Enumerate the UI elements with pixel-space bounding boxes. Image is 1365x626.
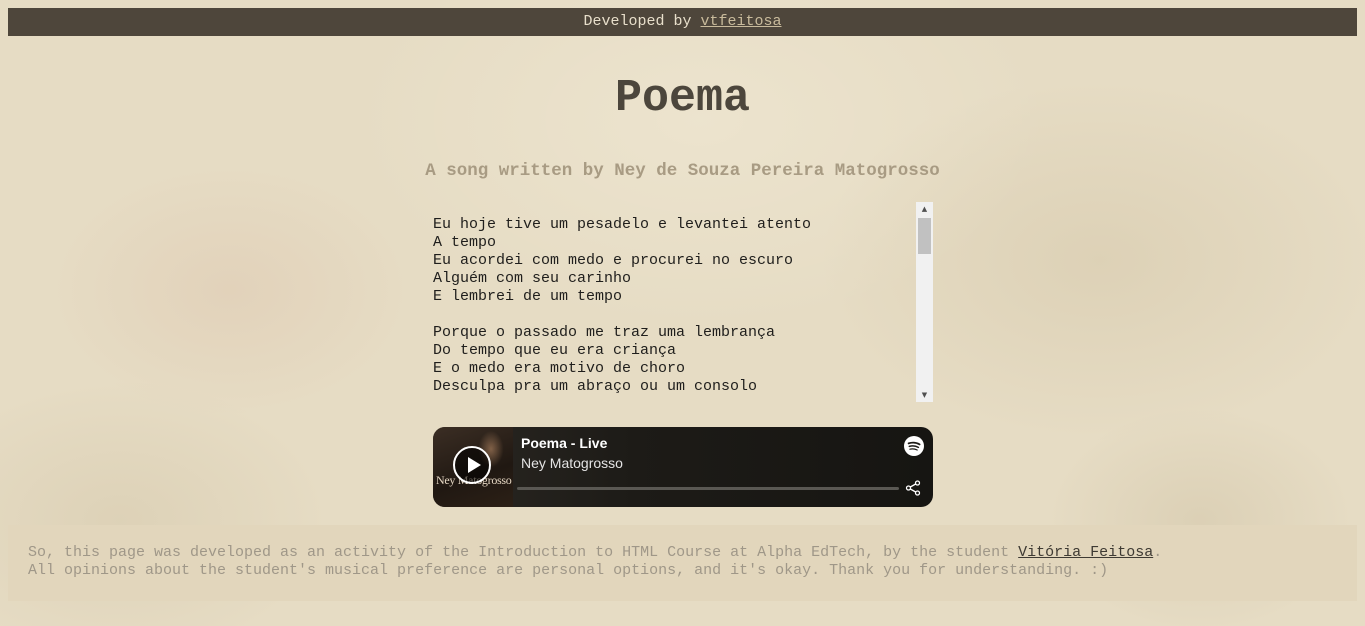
lyrics-scrollbar[interactable]: ▲ ▼ [916,202,933,402]
footer-line-1-suffix: . [1153,544,1163,561]
spotify-embed-player[interactable]: Ney Matogrosso Poema - Live Ney Matogros… [433,427,933,507]
play-icon [468,457,481,473]
lyrics-line: E o medo era motivo de choro [433,360,686,377]
scrollbar-thumb[interactable] [918,218,931,254]
page-title: Poema [614,73,751,124]
lyrics-line: A tempo [433,234,497,251]
share-icon[interactable] [905,480,921,496]
lyrics-line: Eu acordei com medo e procurei no escuro [433,252,794,269]
lyrics-line: Eu hoje tive um pesadelo e levantei aten… [433,216,812,233]
scroll-up-arrow-icon[interactable]: ▲ [916,202,933,216]
scroll-down-arrow-icon[interactable]: ▼ [916,388,933,402]
lyrics-line: Do tempo que eu era criança [433,342,677,359]
student-name-link[interactable]: Vitória Feitosa [1018,544,1153,561]
track-title[interactable]: Poema - Live [521,435,607,451]
playback-progress-bar[interactable] [517,487,899,490]
play-button[interactable] [453,446,491,484]
lyrics-scroll-box[interactable]: Eu hoje tive um pesadelo e levantei aten… [433,202,933,402]
developer-profile-link[interactable]: vtfeitosa [701,13,782,30]
album-cover-image: Ney Matogrosso [433,427,513,507]
page-subtitle: A song written by Ney de Souza Pereira M… [425,161,940,181]
lyrics-line: Alguém com seu carinho [433,270,632,287]
lyrics-line: E lembrei de um tempo [433,288,623,305]
footer-note: So, this page was developed as an activi… [8,525,1357,601]
developer-credit-label: Developed by [583,13,701,30]
lyrics-line: Desculpa pra um abraço ou um consolo [433,378,758,395]
lyrics-text: Eu hoje tive um pesadelo e levantei aten… [433,216,913,396]
lyrics-line: Porque o passado me traz uma lembrança [433,324,776,341]
track-artist[interactable]: Ney Matogrosso [521,455,623,471]
footer-line-2: All opinions about the student's musical… [28,562,1109,579]
footer-line-1-text: So, this page was developed as an activi… [28,544,1019,561]
footer-line-1: So, this page was developed as an activi… [28,544,1337,562]
developer-credit-bar: Developed by vtfeitosa [8,8,1357,36]
spotify-logo-icon[interactable] [904,436,924,456]
